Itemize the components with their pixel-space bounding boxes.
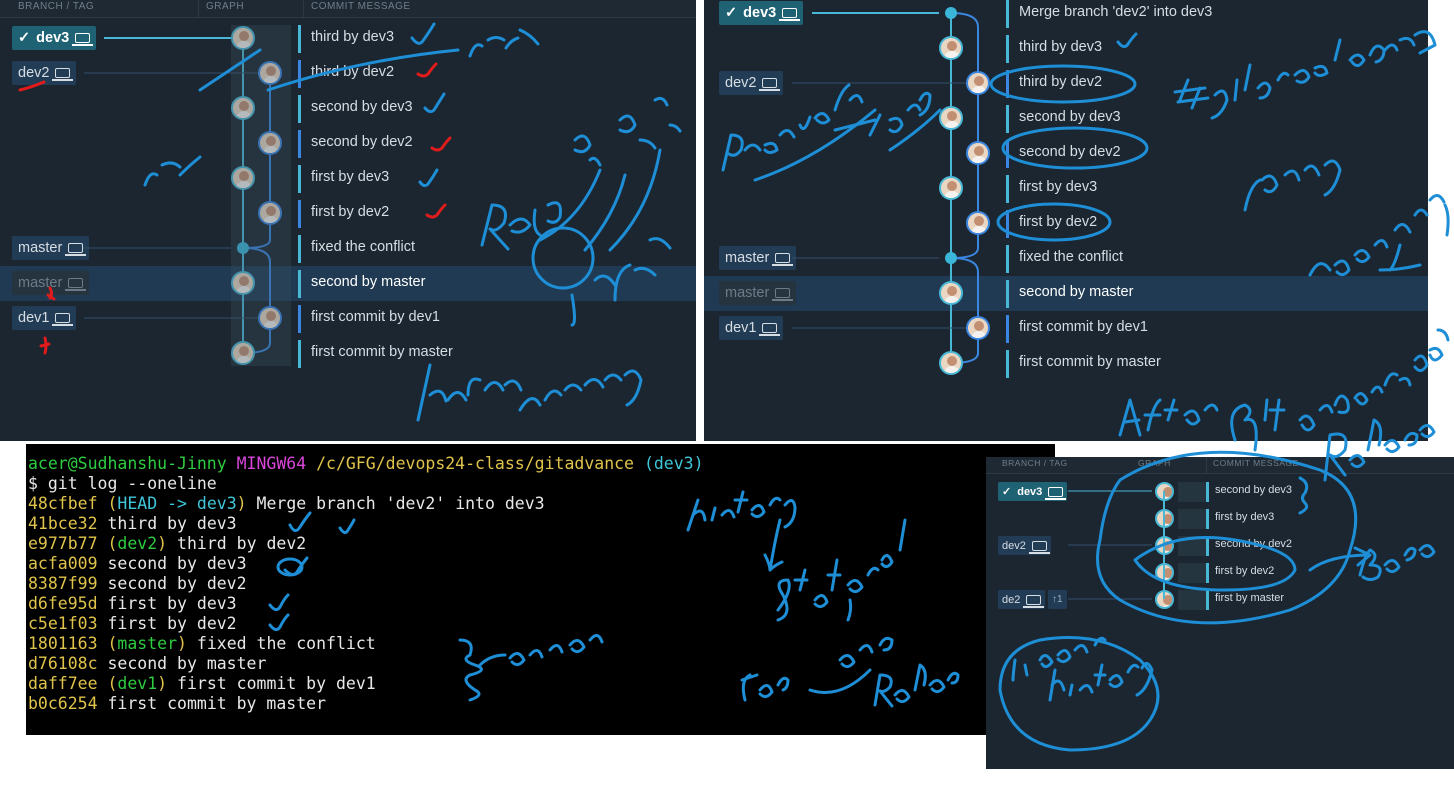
log-line: 48cfbef (HEAD -> dev3) Merge branch 'dev… [28,494,545,514]
commit-graph [792,12,979,364]
ref-name: dev2 [117,534,158,553]
log-line: d6fe95d first by dev3 [28,594,237,614]
commit-hash: 41bce32 [28,514,98,533]
commit-hash: d76108c [28,654,98,673]
ref-close: ) [157,674,168,693]
log-message: second by master [97,654,267,673]
ref-close: ) [157,534,168,553]
log-line: 41bce32 third by dev3 [28,514,237,534]
log-message: second by dev2 [97,574,247,593]
dev1-lane-line [950,257,979,364]
commit-hash: c5e1f03 [28,614,98,633]
log-line: daff7ee (dev1) first commit by dev1 [28,674,376,694]
ref-close: ) [177,634,187,653]
commit-hash: daff7ee [28,674,98,693]
graph-lane [231,25,291,366]
commit-avatar[interactable] [966,211,990,235]
commit-hash: 1801163 [28,634,98,653]
log-message: first by dev2 [97,614,237,633]
gitkraken-panel-before: BRANCH / TAG GRAPH COMMIT MESSAGE third … [0,0,696,441]
commit-hash: 8387f99 [28,574,98,593]
commit-graph [84,37,271,354]
log-message: first commit by dev1 [167,674,376,693]
commit-hash: e977b77 [28,534,98,553]
ref-open: ( [97,634,118,653]
log-message: third by dev3 [97,514,237,533]
log-message: first commit by master [97,694,327,713]
terminal-window: acer@Sudhanshu-Jinny MINGW64 /c/GFG/devo… [26,444,1055,735]
commit-avatar[interactable] [939,351,963,375]
commit-hash: d6fe95d [28,594,98,613]
log-line: c5e1f03 first by dev2 [28,614,237,634]
commit-avatar[interactable] [966,141,990,165]
log-message: second by dev3 [97,554,247,573]
merge-dot[interactable] [945,252,957,264]
log-line: b0c6254 first commit by master [28,694,326,714]
ref-open: ( [97,674,118,693]
log-message: Merge branch 'dev2' into dev3 [246,494,545,513]
commit-avatar[interactable] [966,316,990,340]
commit-avatar[interactable] [939,176,963,200]
ref-close: ) [236,494,247,513]
merge-dot[interactable] [945,7,957,19]
gitkraken-panel-after: Merge branch 'dev2' into dev3 third by de… [704,0,1428,441]
commit-avatar[interactable] [939,281,963,305]
commit-avatar[interactable] [966,71,990,95]
terminal-command: $ git log --oneline [28,474,217,493]
commit-avatar[interactable] [939,106,963,130]
log-message: third by dev2 [167,534,307,553]
ref-name: dev1 [117,674,158,693]
ref-name: HEAD -> dev3 [117,494,237,513]
log-line: 8387f99 second by dev2 [28,574,247,594]
terminal-prompt: acer@Sudhanshu-Jinny MINGW64 /c/GFG/devo… [28,454,704,473]
commit-avatar[interactable] [939,36,963,60]
ref-open: ( [97,494,118,513]
commit-hash: b0c6254 [28,694,98,713]
ref-name: master [117,634,178,653]
commit-hash: 48cfbef [28,494,98,513]
commit-hash: acfa009 [28,554,98,573]
log-line: 1801163 (master) fixed the conflict [28,634,376,654]
log-line: d76108c second by master [28,654,266,674]
log-line: acfa009 second by dev3 [28,554,247,574]
log-message: first by dev3 [97,594,237,613]
gitkraken-panel-rebase: BRANCH / TAG GRAPH COMMIT MESSAGE second… [986,457,1454,769]
ref-open: ( [97,534,118,553]
log-message: fixed the conflict [186,634,376,653]
log-line: e977b77 (dev2) third by dev2 [28,534,306,554]
commit-graph [1068,490,1165,600]
